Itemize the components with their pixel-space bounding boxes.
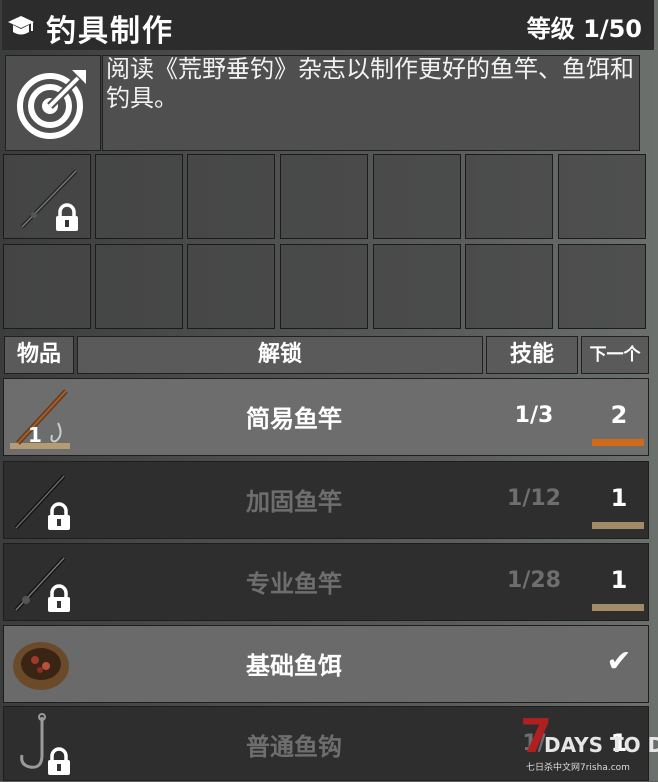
grid-slot[interactable] — [95, 244, 183, 329]
grid-slot[interactable] — [95, 154, 183, 239]
padlock-icon — [48, 502, 70, 530]
grid-slot[interactable] — [558, 154, 646, 239]
site-watermark: 7 DAYS TO DIE 七日杀中文网7risha.com — [520, 708, 658, 778]
recipe-next-level: 1 — [610, 484, 628, 512]
recipe-name: 简易鱼竿 — [246, 405, 342, 433]
recipe-name: 基础鱼饵 — [246, 652, 342, 680]
next-level-progress-bar — [592, 604, 644, 611]
perk-description: 阅读《荒野垂钓》杂志以制作更好的鱼竿、鱼饵和钓具。 — [106, 55, 634, 112]
recipe-name: 加固鱼竿 — [246, 488, 342, 516]
grid-slot[interactable] — [280, 244, 368, 329]
recipe-skill-level: 1/12 — [507, 486, 561, 511]
padlock-icon — [48, 584, 70, 612]
recipe-skill-level: 1/3 — [514, 403, 554, 428]
checkmark-icon: ✔ — [606, 644, 632, 679]
target-icon — [17, 70, 86, 139]
item-quantity: 1 — [28, 423, 42, 447]
padlock-icon — [48, 747, 70, 775]
column-header-skill[interactable]: 技能 — [486, 336, 578, 374]
grid-slot[interactable] — [187, 154, 275, 239]
column-header-unlock[interactable]: 解锁 — [77, 336, 483, 374]
grid-slot[interactable] — [187, 244, 275, 329]
recipe-row-pro-rod[interactable]: 专业鱼竿 1/28 1 — [3, 543, 649, 621]
recipe-next-level: 1 — [610, 566, 628, 594]
padlock-icon — [56, 203, 78, 231]
perk-icon-frame — [5, 55, 101, 151]
recipe-skill-level: 1/28 — [507, 568, 561, 593]
grid-slot-fishing-rod[interactable] — [3, 154, 91, 239]
recipe-row-simple-rod[interactable]: 1 简易鱼竿 1/3 2 — [3, 378, 649, 456]
grid-slot[interactable] — [373, 154, 461, 239]
unlock-item-grid — [3, 154, 653, 332]
graduation-cap-icon — [8, 16, 34, 35]
watermark-logo: 7 DAYS TO DIE 七日杀中文网7risha.com — [520, 709, 658, 773]
crafting-panel: 钓具制作 等级 1/50 阅读《荒野垂钓》杂志以制作更好的鱼竿、鱼饵和钓具。 物… — [0, 0, 658, 781]
grid-slot[interactable] — [373, 244, 461, 329]
svg-text:七日杀中文网7risha.com: 七日杀中文网7risha.com — [526, 761, 630, 773]
recipe-next-level: 2 — [610, 401, 628, 429]
next-level-progress-bar — [592, 439, 644, 446]
grid-slot[interactable] — [280, 154, 368, 239]
panel-header: 钓具制作 等级 1/50 — [2, 0, 654, 50]
next-level-progress-bar — [592, 522, 644, 529]
recipe-row-basic-bait[interactable]: 基础鱼饵 ✔ — [3, 625, 649, 703]
svg-text:DAYS TO DIE: DAYS TO DIE — [544, 733, 658, 757]
bait-bag-icon — [13, 642, 69, 690]
grid-slot[interactable] — [558, 244, 646, 329]
recipe-name: 普通鱼钩 — [246, 733, 342, 761]
grid-slot[interactable] — [3, 244, 91, 329]
column-header-item[interactable]: 物品 — [4, 336, 74, 374]
recipe-row-reinforced-rod[interactable]: 加固鱼竿 1/12 1 — [3, 461, 649, 539]
column-header-next[interactable]: 下一个 — [581, 336, 649, 374]
recipe-name: 专业鱼竿 — [246, 570, 342, 598]
level-indicator: 等级 1/50 — [526, 15, 642, 43]
grid-slot[interactable] — [465, 244, 553, 329]
panel-title: 钓具制作 — [46, 14, 174, 49]
grid-slot[interactable] — [465, 154, 553, 239]
